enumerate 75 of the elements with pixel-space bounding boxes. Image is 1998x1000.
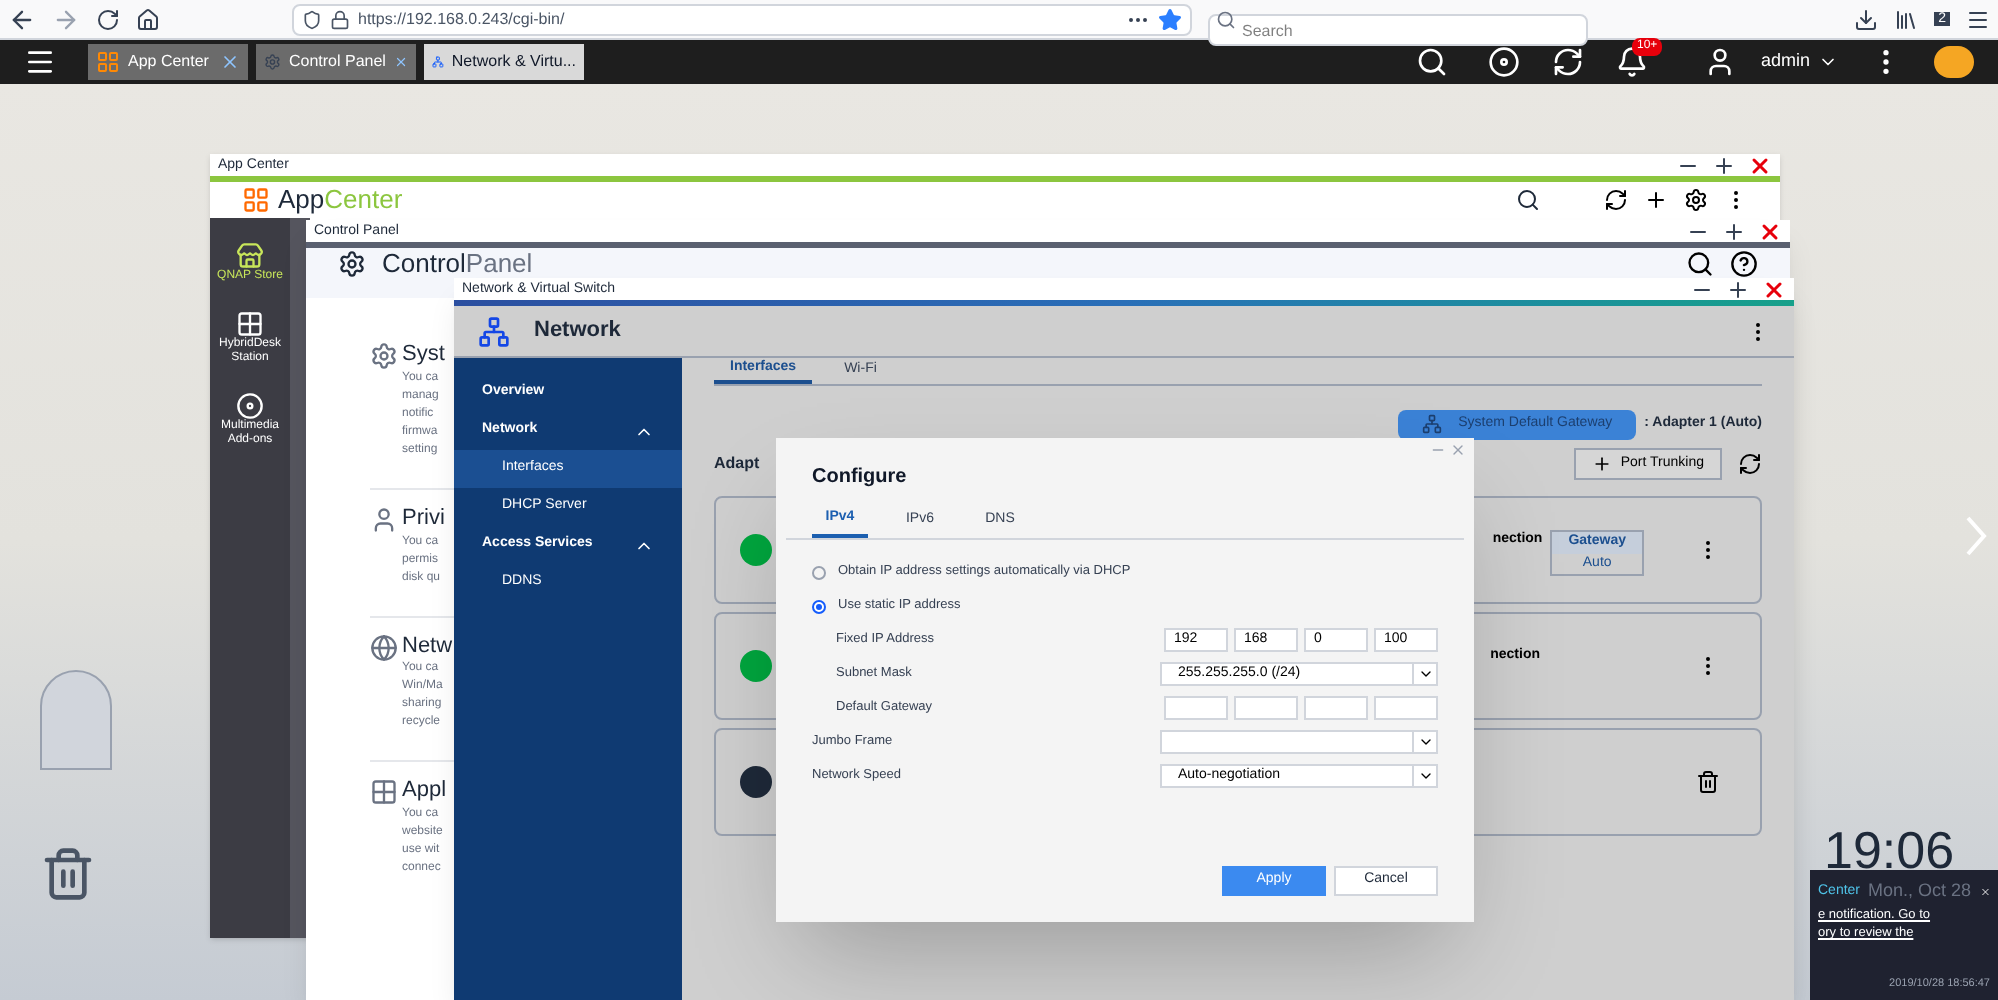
taskbar-tab[interactable]: Control Panel	[256, 44, 416, 80]
search-icon[interactable]	[1416, 46, 1449, 78]
apps-icon	[370, 778, 398, 807]
ip-octet-field[interactable]	[1304, 696, 1368, 720]
close-icon[interactable]	[1758, 219, 1782, 243]
lock-icon	[330, 9, 350, 29]
select-field[interactable]	[1160, 730, 1438, 754]
menu-icon[interactable]	[1966, 7, 1990, 31]
home-icon[interactable]	[136, 7, 160, 31]
section-title[interactable]: Syst	[402, 342, 445, 370]
close-icon[interactable]	[1748, 153, 1772, 177]
user-icon	[370, 505, 398, 534]
menu-icon[interactable]	[24, 46, 56, 78]
control-panel-logo: ControlPanel	[382, 250, 533, 276]
ip-octet-field[interactable]	[1234, 696, 1298, 720]
install-icon[interactable]	[1644, 188, 1668, 212]
bookmark-star-icon[interactable]	[1158, 7, 1182, 31]
adapter-status-icon	[740, 650, 772, 682]
refresh-icon[interactable]	[1738, 451, 1762, 476]
radio-button[interactable]	[812, 565, 826, 579]
globe-icon	[370, 633, 398, 661]
section-title[interactable]: Privi	[402, 505, 445, 533]
shield-icon	[302, 9, 322, 29]
close-icon[interactable]	[393, 52, 408, 72]
taskbar-tab[interactable]: Network & Virtu...	[424, 44, 584, 80]
search-icon[interactable]	[1686, 250, 1714, 278]
dropdown-caret-icon	[1417, 768, 1433, 784]
section-label: Adapt	[714, 451, 760, 476]
app-center-logo-icon	[242, 186, 270, 214]
url-field[interactable]: https://192.168.0.243/cgi-bin/	[292, 3, 1192, 35]
download-icon[interactable]	[1854, 7, 1879, 31]
close-icon[interactable]	[220, 52, 240, 72]
search-field[interactable]: Search	[1208, 14, 1588, 46]
reload-icon[interactable]	[96, 7, 120, 31]
app-grid-icon	[96, 50, 120, 74]
maximize-icon[interactable]	[1722, 219, 1746, 243]
help-icon[interactable]	[1730, 250, 1758, 278]
maximize-icon[interactable]	[1726, 277, 1750, 301]
store-icon	[236, 242, 264, 270]
library-icon[interactable]	[1894, 7, 1919, 31]
app-center-logo: AppCenter	[278, 182, 403, 219]
adapter-unknown-icon	[740, 766, 772, 798]
settings-icon[interactable]	[1684, 188, 1708, 212]
dialog-title: Configure	[810, 464, 909, 492]
gear-icon	[370, 342, 398, 370]
ip-octet-field[interactable]	[1374, 696, 1438, 720]
gear-icon	[264, 50, 281, 74]
close-icon[interactable]	[1762, 277, 1786, 301]
network-icon	[432, 50, 444, 74]
ip-octet-field[interactable]	[1164, 696, 1228, 720]
dropdown-caret-icon	[1417, 734, 1433, 750]
clock-date: Mon., Oct 28	[1868, 878, 1972, 904]
url-text: https://192.168.0.243/cgi-bin/	[358, 7, 565, 31]
gateway-icon	[1422, 414, 1443, 435]
dropdown-caret-icon	[1417, 666, 1433, 682]
clock-time: 19:06	[1824, 824, 1955, 876]
refresh-icon[interactable]	[1604, 188, 1628, 212]
sync-icon[interactable]	[1552, 46, 1585, 78]
back-icon[interactable]	[8, 5, 36, 33]
trash-icon[interactable]	[1696, 770, 1720, 794]
ring-icon	[236, 391, 264, 419]
plus-icon	[1592, 453, 1613, 474]
network-heading: Network	[534, 316, 621, 347]
search-icon[interactable]	[1516, 188, 1540, 212]
search-icon	[1216, 9, 1236, 29]
user-name[interactable]: admin	[1760, 48, 1810, 76]
adapter-status-icon	[740, 534, 772, 566]
gear-icon	[338, 250, 366, 278]
user-icon[interactable]	[1704, 46, 1737, 78]
radio-button[interactable]	[812, 599, 826, 613]
maximize-icon[interactable]	[1712, 153, 1736, 177]
section-title[interactable]: Appl	[402, 778, 447, 806]
taskbar-tab[interactable]: App Center	[88, 44, 248, 80]
network-icon	[478, 315, 510, 347]
section-title[interactable]: Netw	[402, 633, 453, 661]
